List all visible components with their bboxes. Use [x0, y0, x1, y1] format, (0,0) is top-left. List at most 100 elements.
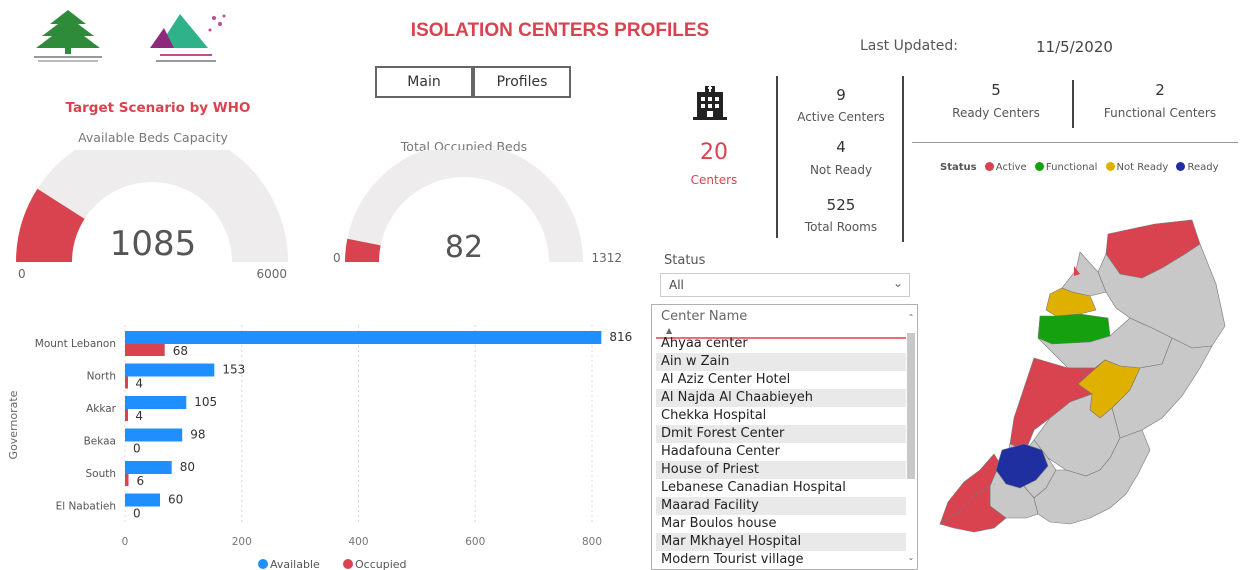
committee-logo-icon	[150, 14, 226, 62]
occupied-data-label: 0	[133, 442, 141, 456]
available-data-label: 105	[194, 395, 217, 409]
center-list-item[interactable]: Chekka Hospital	[656, 407, 906, 425]
status-filter-label: Status	[664, 253, 706, 268]
available-beds-gauge: 1085 0 6000	[16, 150, 288, 281]
legend-ready: Ready	[1187, 162, 1219, 173]
center-list-item[interactable]: House of Priest	[656, 461, 906, 479]
center-list-item[interactable]: Hadafouna Center	[656, 443, 906, 461]
status-legend-title: Status	[940, 162, 977, 173]
status-legend: Status Active Functional Not Ready Ready	[940, 162, 1219, 173]
last-updated-label: Last Updated:	[860, 38, 958, 54]
available-bar	[125, 493, 161, 507]
kpi-separator	[912, 142, 1238, 143]
category-label: El Nabatieh	[56, 501, 116, 513]
last-updated-date: 11/5/2020	[1036, 38, 1113, 56]
available-gauge-max: 6000	[256, 267, 287, 281]
category-label: North	[87, 371, 116, 383]
active-centers-label: Active Centers	[797, 110, 885, 124]
center-list-item[interactable]: Mar Boulos house	[656, 515, 906, 533]
category-label: Mount Lebanon	[35, 338, 116, 350]
available-bar	[125, 461, 172, 474]
status-dropdown-value: All	[669, 278, 684, 292]
occupied-data-label: 6	[137, 474, 145, 488]
occupied-data-label: 4	[135, 409, 143, 423]
ready-centers-value: 5	[991, 81, 1001, 99]
active-legend-dot	[984, 162, 994, 171]
center-name-slicer[interactable]: Center Name ▲ Ahyaa center Ain w Zain Al A…	[651, 304, 918, 570]
center-list-item[interactable]: Maarad Facility	[656, 497, 906, 515]
available-bar	[125, 428, 183, 442]
available-bar	[125, 331, 602, 344]
available-data-label: 98	[190, 428, 205, 442]
occupied-data-label: 4	[135, 377, 143, 391]
x-tick-label: 400	[348, 536, 368, 548]
centers-label: Centers	[690, 173, 738, 187]
scrollbar-thumb[interactable]	[907, 333, 915, 479]
center-name-header-label: Center Name	[661, 309, 748, 324]
x-tick-label: 0	[122, 536, 129, 548]
occupied-gauge-max: 1312	[591, 251, 622, 265]
governorate-bar-chart: 0 200 400 600 800GovernorateMount Lebanon 816…	[7, 325, 632, 570]
building-icon	[693, 86, 727, 120]
occupied-beds-value: 82	[445, 230, 483, 265]
center-list-item[interactable]: Al Aziz Center Hotel	[656, 371, 906, 389]
occupied-bar	[125, 409, 128, 421]
occupied-beds-gauge: 82 0 1312	[333, 150, 622, 265]
available-data-label: 816	[609, 330, 632, 344]
legend-not-ready: Not Ready	[1116, 162, 1169, 173]
available-beds-title: Available Beds Capacity	[78, 130, 228, 145]
functional-centers-value: 2	[1155, 81, 1165, 99]
not-ready-label: Not Ready	[809, 163, 873, 177]
center-list-item[interactable]: Dmit Forest Center	[656, 425, 906, 443]
chevron-down-icon: ⌄	[892, 276, 903, 290]
center-list-item[interactable]: Modern Tourist village	[656, 551, 906, 569]
main-button[interactable]: Main	[375, 66, 473, 98]
x-tick-label: 800	[582, 536, 602, 548]
available-data-label: 153	[222, 363, 245, 377]
category-label: Bekaa	[84, 436, 116, 448]
occupied-data-label: 68	[173, 344, 188, 358]
status-dropdown[interactable]: All ⌄	[660, 273, 910, 297]
occupied-bar	[125, 474, 129, 486]
legend-active: Active	[995, 162, 1027, 173]
functional-centers-label: Functional Centers	[1103, 106, 1217, 120]
profiles-button[interactable]: Profiles	[473, 66, 571, 98]
center-list-item[interactable]: Ain w Zain	[656, 353, 906, 371]
sort-up-icon: ▲	[666, 326, 673, 335]
available-data-label: 60	[168, 493, 183, 507]
occupied-data-label: 0	[133, 507, 141, 521]
functional-legend-dot	[1034, 162, 1044, 171]
active-centers-value: 9	[836, 86, 846, 104]
legend-dot	[258, 559, 268, 569]
category-label: Akkar	[86, 403, 117, 415]
centers-count: 20	[700, 140, 728, 165]
kpi-divider	[902, 76, 904, 242]
x-tick-label: 200	[232, 536, 252, 548]
legend-functional: Functional	[1045, 162, 1098, 173]
center-list: Ahyaa center Ain w Zain Al Aziz Center Hot…	[656, 335, 906, 569]
total-rooms-label: Total Rooms	[804, 220, 878, 234]
total-rooms-value: 525	[826, 196, 856, 214]
y-axis-title: Governorate	[7, 390, 20, 459]
available-gauge-min: 0	[18, 267, 26, 281]
category-label: South	[85, 468, 116, 480]
kpi-divider	[776, 76, 778, 238]
list-scrollbar[interactable]: ⌃ ⌄	[906, 309, 916, 567]
scroll-up-icon[interactable]: ⌃	[906, 313, 916, 322]
available-bar	[125, 396, 187, 409]
occupied-bar	[125, 344, 165, 356]
available-data-label: 80	[180, 460, 195, 474]
occupied-bar	[125, 376, 128, 389]
x-tick-label: 600	[465, 536, 485, 548]
available-beds-value: 1085	[110, 224, 197, 264]
ready-legend-dot	[1176, 162, 1186, 171]
lebanon-status-map	[939, 219, 1226, 533]
gauge-area: 1085 0 6000 82 0 1312	[16, 150, 622, 281]
kpi-divider	[1072, 80, 1074, 128]
center-list-item[interactable]: Mar Mkhayel Hospital	[656, 533, 906, 551]
center-list-item[interactable]: Lebanese Canadian Hospital	[656, 479, 906, 497]
scroll-down-icon[interactable]: ⌄	[906, 553, 916, 562]
center-list-item[interactable]: Ahyaa center	[656, 335, 906, 353]
occupied-gauge-min: 0	[333, 251, 341, 265]
center-list-item[interactable]: Al Najda Al Chaabieyeh	[656, 389, 906, 407]
